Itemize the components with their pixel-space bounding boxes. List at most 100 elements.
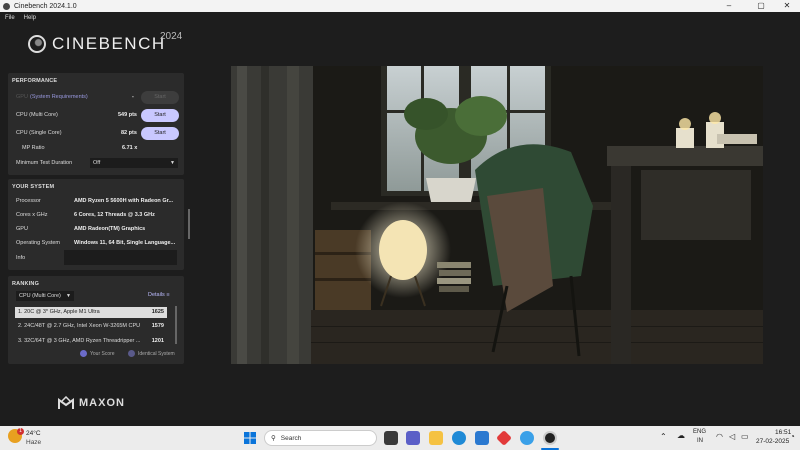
ranking-row[interactable]: 1. 20C @ 3* GHz, Apple M1 Ultra 1625	[15, 307, 167, 318]
menu-file[interactable]: File	[5, 15, 15, 21]
info-field[interactable]	[64, 250, 177, 265]
system-row-processor: Processor AMD Ryzen 5 5600H with Radeon …	[8, 194, 184, 208]
windows-start-icon[interactable]	[244, 432, 256, 444]
clock-time[interactable]: 16:51	[775, 429, 791, 436]
wifi-icon[interactable]: ◠	[716, 432, 723, 441]
cpu-single-label: CPU (Single Core)	[16, 130, 62, 136]
cloud-icon[interactable]: ☁	[677, 431, 685, 440]
ranking-row-name: 3. 32C/64T @ 3 GHz, AMD Ryzen Threadripp…	[18, 338, 141, 344]
system-gpu-label: GPU	[16, 226, 28, 232]
os-value: Windows 11, 64 Bit, Single Language...	[74, 240, 176, 246]
mp-ratio-label: MP Ratio	[22, 145, 45, 151]
clock-date[interactable]: 27-02-2025	[756, 438, 789, 445]
menu-help[interactable]: Help	[24, 15, 36, 21]
cpu-multi-label: CPU (Multi Core)	[16, 112, 58, 118]
edge-icon[interactable]	[452, 431, 466, 445]
system-row-cores: Cores x GHz 6 Cores, 12 Threads @ 3.3 GH…	[8, 208, 184, 222]
cores-label: Cores x GHz	[16, 212, 48, 218]
volume-icon[interactable]: ◁	[729, 432, 735, 441]
processor-value: AMD Ryzen 5 5600H with Radeon Gr...	[74, 198, 174, 204]
mp-ratio-value: 6.71 x	[122, 145, 138, 151]
your-score-dot-icon	[80, 350, 87, 357]
chevron-down-icon: ▼	[66, 293, 71, 299]
brand-name: CINEBENCH	[52, 34, 166, 53]
window-title: Cinebench 2024.1.0	[14, 2, 77, 10]
weather-condition[interactable]: Haze	[26, 439, 41, 446]
system-scrollbar[interactable]	[188, 209, 190, 239]
cinebench-app-icon	[3, 2, 10, 10]
file-explorer-icon[interactable]	[429, 431, 443, 445]
performance-heading: PERFORMANCE	[12, 78, 58, 84]
cinebench-logo: CINEBENCH	[28, 34, 166, 54]
mp-ratio-row: MP Ratio 6.71 x	[8, 141, 184, 155]
details-link[interactable]: Details ≡	[148, 292, 170, 298]
taskbar-search[interactable]: ⚲ Search	[264, 430, 377, 446]
maxon-brand: MAXON	[79, 397, 125, 409]
system-row-os: Operating System Windows 11, 64 Bit, Sin…	[8, 236, 184, 250]
ranking-scrollbar[interactable]	[175, 306, 177, 344]
legend-identical-system: Identical System	[128, 350, 175, 357]
performance-panel: PERFORMANCE GPU (System Requirements) - …	[8, 73, 184, 175]
maxon-logo-icon	[58, 396, 74, 409]
ranking-row[interactable]: 2. 24C/48T @ 2.7 GHz, Intel Xeon W-3265M…	[15, 321, 167, 332]
ranking-row[interactable]: 3. 32C/64T @ 3 GHz, AMD Ryzen Threadripp…	[15, 336, 167, 347]
min-test-duration-row: Minimum Test Duration Off ▼	[8, 156, 184, 170]
gpu-score: -	[132, 94, 134, 100]
min-test-duration-value: Off	[93, 160, 101, 166]
app-icon-red[interactable]	[496, 430, 512, 446]
cpu-multi-score: 549 pts	[118, 112, 137, 118]
weather-badge: 1	[17, 428, 24, 435]
chevron-up-icon[interactable]: ⌃	[660, 432, 667, 441]
input-language-primary[interactable]: ENG	[693, 429, 706, 435]
min-test-duration-select[interactable]: Off ▼	[90, 158, 178, 168]
your-system-heading: YOUR SYSTEM	[12, 184, 55, 190]
maxon-logo: MAXON	[58, 396, 125, 410]
close-button[interactable]: ✕	[774, 0, 800, 12]
chevron-down-icon: ▼	[170, 160, 175, 166]
system-requirements-link[interactable]: (System Requirements)	[30, 94, 88, 100]
cinebench-taskbar-icon[interactable]	[543, 431, 557, 445]
weather-temp[interactable]: 24°C	[26, 430, 41, 437]
gpu-start-button[interactable]: Start	[141, 91, 179, 104]
ranking-row-score: 1201	[151, 338, 164, 344]
chrome-icon[interactable]	[520, 431, 534, 445]
cpu-single-score: 82 pts	[121, 130, 137, 136]
cpu-single-row: CPU (Single Core) 82 pts Start	[8, 126, 184, 140]
gpu-row: GPU (System Requirements) - Start	[8, 90, 184, 104]
min-test-duration-label: Minimum Test Duration	[16, 160, 73, 166]
legend-your-score: Your Score	[80, 350, 115, 357]
processor-label: Processor	[16, 198, 41, 204]
notification-icon[interactable]: ◔	[790, 432, 795, 441]
task-view-icon[interactable]	[384, 431, 398, 445]
ranking-filter-select[interactable]: CPU (Multi Core) ▼	[16, 291, 74, 301]
cpu-multi-row: CPU (Multi Core) 549 pts Start	[8, 108, 184, 122]
cinebench-logo-icon	[28, 35, 46, 53]
cpu-single-start-button[interactable]: Start	[141, 127, 179, 140]
ranking-row-score: 1579	[151, 323, 164, 329]
maximize-button[interactable]: ▢	[748, 0, 774, 12]
title-bar: Cinebench 2024.1.0 – ▢ ✕	[0, 0, 800, 12]
brand-year: 2024	[160, 31, 183, 42]
battery-icon[interactable]: ▭	[741, 432, 749, 441]
input-language-region[interactable]: IN	[697, 438, 703, 444]
os-label: Operating System	[16, 240, 61, 246]
render-scene-image	[231, 66, 763, 364]
ranking-filter-value: CPU (Multi Core)	[19, 293, 61, 299]
menu-bar: File Help	[0, 12, 800, 24]
details-label: Details	[148, 292, 165, 298]
search-placeholder: Search	[280, 434, 302, 442]
teams-icon[interactable]	[406, 431, 420, 445]
ranking-row-name: 1. 20C @ 3* GHz, Apple M1 Ultra	[18, 309, 100, 315]
gpu-label: GPU	[16, 94, 28, 100]
render-preview	[231, 66, 763, 364]
ranking-row-name: 2. 24C/48T @ 2.7 GHz, Intel Xeon W-3265M…	[18, 323, 141, 329]
system-row-gpu: GPU AMD Radeon(TM) Graphics	[8, 222, 184, 236]
filter-icon: ≡	[166, 292, 170, 298]
ranking-row-score: 1625	[151, 309, 164, 315]
minimize-button[interactable]: –	[716, 0, 742, 12]
ranking-heading: RANKING	[12, 281, 40, 287]
cpu-multi-start-button[interactable]: Start	[141, 109, 179, 122]
store-icon[interactable]	[475, 431, 489, 445]
search-icon: ⚲	[271, 435, 276, 442]
system-gpu-value: AMD Radeon(TM) Graphics	[74, 226, 146, 232]
